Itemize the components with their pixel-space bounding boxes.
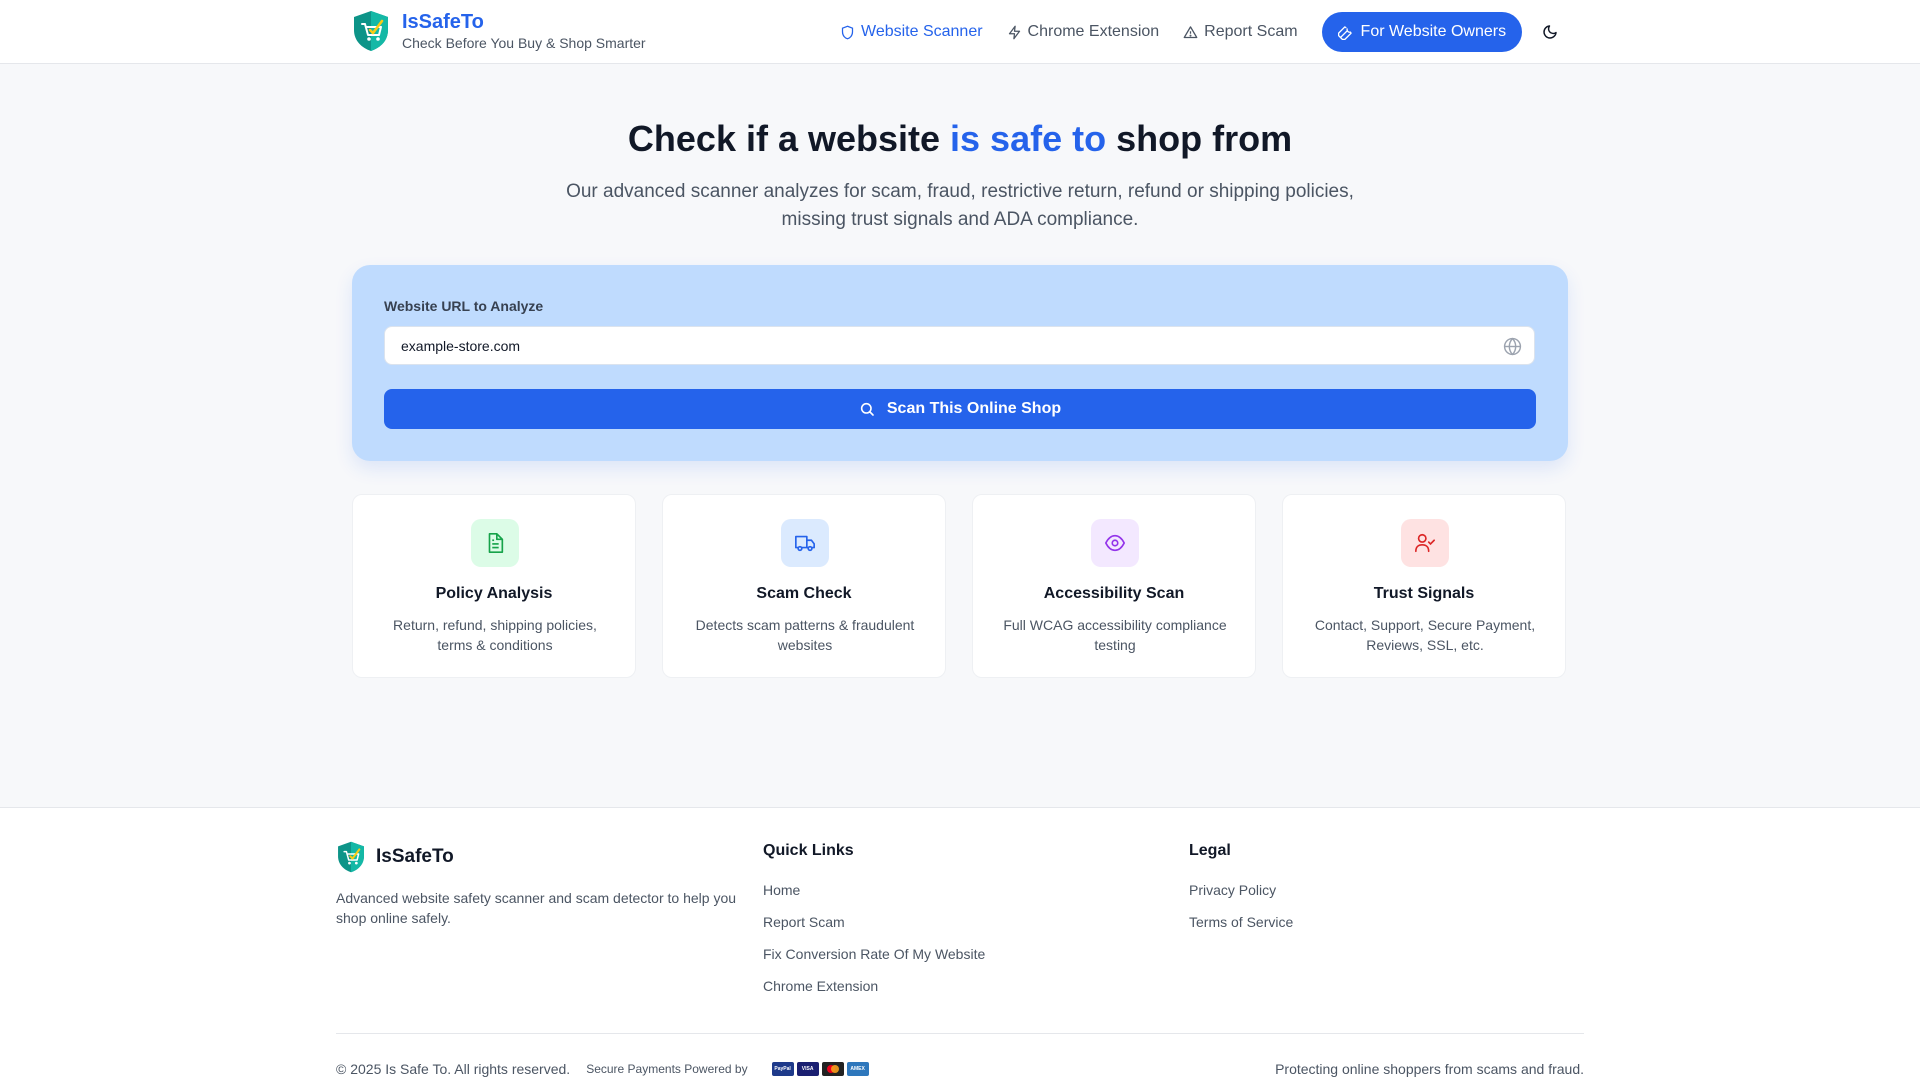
zap-icon	[1008, 25, 1020, 39]
mastercard-card-icon	[821, 1062, 844, 1076]
document-icon	[488, 533, 504, 553]
shield-icon	[841, 25, 854, 39]
footer-legal: Legal Privacy Policy Terms of Service	[1189, 842, 1293, 944]
wrench-icon	[1337, 25, 1352, 40]
feature-card-policy-analysis: Policy Analysis Return, refund, shipping…	[352, 494, 636, 678]
truck-icon	[795, 535, 815, 552]
nav-website-scanner[interactable]: Website Scanner	[840, 12, 983, 52]
brand-home-link[interactable]: IsSafeTo Check Before You Buy & Shop Sma…	[352, 10, 646, 52]
site-footer: IsSafeTo Advanced website safety scanner…	[0, 807, 1920, 1080]
warning-icon	[1183, 25, 1198, 38]
hero-subtitle: Our advanced scanner analyzes for scam, …	[566, 181, 1354, 230]
theme-toggle-button[interactable]	[1538, 20, 1562, 44]
footer-link-privacy-policy[interactable]: Privacy Policy	[1189, 880, 1293, 912]
moon-icon	[1543, 25, 1557, 39]
payment-cards: PayPal VISA AMEX	[771, 1062, 869, 1076]
legal-title: Legal	[1189, 842, 1231, 859]
footer-bottom-left: © 2025 Is Safe To. All rights reserved. …	[336, 1061, 869, 1077]
brand-name: IsSafeTo	[402, 11, 484, 33]
feature-description: Full WCAG accessibility compliance testi…	[1003, 617, 1227, 653]
scanner-card: Website URL to Analyze example-store.com…	[352, 265, 1568, 461]
feature-card-accessibility-scan: Accessibility Scan Full WCAG accessibili…	[972, 494, 1256, 678]
footer-brand-name: IsSafeTo	[376, 846, 454, 867]
feature-description: Contact, Support, Secure Payment, Review…	[1314, 617, 1536, 653]
feature-card-scam-check: Scam Check Detects scam patterns & fraud…	[662, 494, 946, 678]
nav-report-scam[interactable]: Report Scam	[1183, 12, 1298, 52]
shield-cart-logo-icon	[338, 841, 364, 873]
scan-button[interactable]: Scan This Online Shop	[384, 389, 1536, 429]
footer-quick-links: Quick Links Home Report Scam Fix Convers…	[763, 842, 985, 1008]
feature-icon-box	[471, 519, 519, 567]
secure-payments-label: Secure Payments Powered by	[586, 1062, 748, 1076]
footer-tagline: Protecting online shoppers from scams an…	[1275, 1061, 1584, 1077]
feature-icon-box	[1401, 519, 1449, 567]
feature-description: Detects scam patterns & fraudulent websi…	[695, 617, 915, 653]
url-input[interactable]: example-store.com	[384, 326, 1535, 365]
eye-icon	[1104, 534, 1126, 552]
paypal-card-icon: PayPal	[771, 1062, 794, 1076]
main-nav: Website Scanner Chrome Extension Report …	[840, 12, 1523, 52]
owner-button-label: For Website Owners	[1360, 23, 1507, 40]
footer-link-report-scam[interactable]: Report Scam	[763, 912, 985, 944]
url-field-label: Website URL to Analyze	[384, 298, 544, 314]
brand-tagline: Check Before You Buy & Shop Smarter	[402, 35, 646, 51]
copyright: © 2025 Is Safe To. All rights reserved.	[336, 1061, 571, 1077]
footer-link-terms-of-service[interactable]: Terms of Service	[1189, 912, 1293, 944]
feature-title: Trust Signals	[1373, 585, 1475, 602]
search-icon	[860, 402, 874, 416]
nav-label: Report Scam	[1204, 23, 1298, 40]
hero-title-pre: Check if a website	[627, 118, 951, 159]
quick-links-title: Quick Links	[763, 842, 854, 859]
for-website-owners-button[interactable]: For Website Owners	[1321, 12, 1523, 52]
footer-divider	[336, 1033, 1584, 1034]
shield-cart-logo-icon	[354, 11, 388, 51]
footer-link-fix-conversion[interactable]: Fix Conversion Rate Of My Website	[763, 944, 985, 976]
visa-card-icon: VISA	[796, 1062, 819, 1076]
user-check-icon	[1415, 533, 1435, 553]
feature-card-trust-signals: Trust Signals Contact, Support, Secure P…	[1282, 494, 1566, 678]
amex-card-icon: AMEX	[846, 1062, 869, 1076]
hero-title: Check if a website is safe to shop from	[0, 118, 1920, 160]
feature-title: Accessibility Scan	[1043, 585, 1185, 602]
hero-title-post: shop from	[1106, 118, 1293, 159]
hero-title-accent: is safe to	[950, 118, 1107, 159]
feature-title: Policy Analysis	[435, 585, 553, 602]
site-header: IsSafeTo Check Before You Buy & Shop Sma…	[0, 0, 1920, 64]
feature-cards: Policy Analysis Return, refund, shipping…	[352, 494, 1568, 678]
feature-title: Scam Check	[756, 585, 852, 602]
footer-link-chrome-extension[interactable]: Chrome Extension	[763, 976, 985, 1008]
feature-icon-box	[781, 519, 829, 567]
url-input-value: example-store.com	[401, 337, 521, 354]
nav-chrome-extension[interactable]: Chrome Extension	[1007, 12, 1160, 52]
footer-link-home[interactable]: Home	[763, 880, 985, 912]
scan-button-label: Scan This Online Shop	[886, 400, 1062, 417]
feature-description: Return, refund, shipping policies, terms…	[393, 617, 597, 653]
footer-brand[interactable]: IsSafeTo	[336, 841, 454, 873]
feature-icon-box	[1091, 519, 1139, 567]
nav-label: Chrome Extension	[1027, 23, 1160, 40]
footer-description: Advanced website safety scanner and scam…	[336, 890, 737, 926]
nav-label: Website Scanner	[861, 23, 983, 40]
globe-icon	[1503, 337, 1522, 356]
